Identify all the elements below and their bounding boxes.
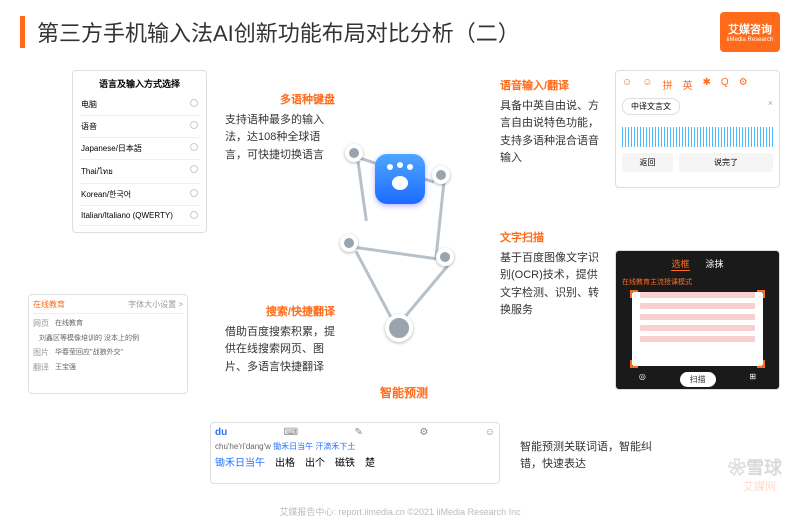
close-icon[interactable]: ×	[768, 98, 773, 108]
header: 第三方手机输入法AI创新功能布局对比分析（二） 艾媒咨询 iiMedia Res…	[0, 0, 800, 64]
radio-icon[interactable]	[190, 189, 198, 197]
emoji-icon[interactable]: ☺	[485, 427, 495, 438]
ocr-frame[interactable]	[632, 292, 763, 366]
done-button[interactable]: 说完了	[679, 153, 773, 172]
footer-text: 艾媒报告中心: report.iimedia.cn ©2021 iiMedia …	[0, 505, 800, 518]
side-tab[interactable]: 图片	[33, 347, 49, 358]
page-title: 第三方手机输入法AI创新功能布局对比分析（二）	[37, 16, 720, 48]
gear-icon[interactable]: ⚙	[419, 427, 428, 438]
side-tab[interactable]: 翻译	[33, 362, 49, 373]
radio-icon[interactable]	[190, 143, 198, 151]
feature-search: 搜索/快捷翻译 借助百度搜索积累，提供在线搜索网页、图片、多语言快捷翻译	[225, 304, 335, 376]
voice-toolbar: ☺ ☺ 拼 英 ✱ Q ⚙	[622, 77, 773, 92]
graph-node	[385, 314, 413, 342]
candidate[interactable]: 磁铁	[335, 454, 355, 469]
candidate[interactable]: 出格	[275, 454, 295, 469]
camera-icon[interactable]: ◎	[639, 372, 646, 387]
feature-title: 多语种键盘	[225, 92, 335, 110]
graph-node	[345, 144, 363, 162]
feature-body: 基于百度图像文字识别(OCR)技术，提供文字检测、识别、转换服务	[500, 250, 600, 320]
content-area: 语言及输入方式选择 电脑 语音 Japanese/日本語 Thai/ไทย Ko…	[0, 64, 800, 504]
side-tab[interactable]: 网页	[33, 318, 49, 329]
radio-icon[interactable]	[190, 211, 198, 219]
feature-predict-title: 智能预测	[380, 384, 428, 401]
candidate[interactable]: 锄禾日当午	[215, 454, 265, 469]
connector-line	[356, 246, 444, 261]
star-icon[interactable]: ✱	[702, 77, 710, 92]
result-row[interactable]: 华春莹回应"战狼外交"	[55, 347, 123, 358]
candidate[interactable]: 出个	[305, 454, 325, 469]
keyboard-icon[interactable]: ⌨	[284, 427, 298, 438]
english-icon[interactable]: 英	[682, 77, 692, 92]
graph-node	[432, 166, 450, 184]
du-icon[interactable]: du	[215, 427, 227, 438]
connector-line	[357, 161, 368, 221]
watermark-xueqiu: ❀雪球	[728, 454, 782, 480]
lang-row[interactable]: Japanese/日本語	[79, 138, 200, 160]
search-panel: 在线教育 字体大小设置 > 网页在线教育 刘鑫区等模像培训的 没本上的例 图片华…	[28, 294, 188, 394]
graph-node	[436, 248, 454, 266]
feature-title: 文字扫描	[500, 230, 600, 248]
logo-text-zh: 艾媒咨询	[728, 21, 772, 37]
feature-multilang: 多语种键盘 支持语种最多的输入法，达108种全球语言，可快捷切换语言	[225, 92, 335, 164]
feature-ocr: 文字扫描 基于百度图像文字识别(OCR)技术，提供文字检测、识别、转换服务	[500, 230, 600, 320]
feature-body: 具备中英自由说、方言自由说特色功能，支持多语种混合语音输入	[500, 98, 600, 168]
hint-text: 锄禾日当午 汗滴禾下土	[273, 442, 355, 451]
waveform	[622, 127, 773, 147]
ocr-caption: 在线教育主流授课模式	[622, 277, 773, 287]
panel-title: 语言及输入方式选择	[79, 77, 200, 90]
radio-icon[interactable]	[190, 121, 198, 129]
accent-bar	[20, 16, 25, 48]
lang-row[interactable]: 电脑	[79, 94, 200, 116]
feature-predict-body: 智能预测关联词语，智能纠错，快速表达	[520, 439, 670, 474]
graph-node	[340, 234, 358, 252]
scan-button[interactable]: 扫描	[680, 372, 716, 387]
feature-body: 支持语种最多的输入法，达108种全球语言，可快捷切换语言	[225, 112, 335, 165]
q-icon[interactable]: Q	[721, 77, 729, 92]
result-row[interactable]: 刘鑫区等模像培训的 没本上的例	[39, 333, 139, 343]
result-row[interactable]: 在线教育	[55, 318, 83, 329]
feature-body: 智能预测关联词语，智能纠错，快速表达	[520, 439, 670, 474]
baidu-logo	[375, 154, 425, 204]
feature-title: 语音输入/翻译	[500, 78, 600, 96]
watermark-iimedia: 艾媒网	[743, 478, 776, 494]
tab-select[interactable]: 选框	[671, 257, 689, 271]
tab-online-edu[interactable]: 在线教育	[33, 299, 65, 310]
pinyin-text: chu'he'ri'dang'w	[215, 442, 271, 451]
language-panel: 语言及输入方式选择 电脑 语音 Japanese/日本語 Thai/ไทย Ko…	[72, 70, 207, 233]
voice-panel: ☺ ☺ 拼 英 ✱ Q ⚙ 中译文言文 × 返回 说完了	[615, 70, 780, 188]
grid-icon[interactable]: ⊞	[749, 372, 756, 387]
lang-row[interactable]: 语音	[79, 116, 200, 138]
lang-row[interactable]: Korean/한국어	[79, 184, 200, 206]
radio-icon[interactable]	[190, 165, 198, 173]
brand-logo: 艾媒咨询 iiMedia Research	[720, 12, 780, 52]
connector-line	[355, 251, 395, 323]
back-button[interactable]: 返回	[622, 153, 673, 172]
lang-row[interactable]: Italian/Italiano (QWERTY)	[79, 206, 200, 226]
feature-voice: 语音输入/翻译 具备中英自由说、方言自由说特色功能，支持多语种混合语音输入	[500, 78, 600, 168]
ocr-panel: 选框 涂抹 在线教育主流授课模式 ◎ 扫描 ⊞	[615, 250, 780, 390]
edit-icon[interactable]: ✎	[355, 427, 363, 438]
emoji-icon[interactable]: ☺	[642, 77, 652, 92]
translate-tag[interactable]: 中译文言文	[622, 98, 680, 115]
emoji-icon[interactable]: ☺	[622, 77, 632, 92]
candidate[interactable]: 楚	[365, 454, 375, 469]
feature-title: 搜索/快捷翻译	[225, 304, 335, 322]
feature-body: 借助百度搜索积累，提供在线搜索网页、图片、多语言快捷翻译	[225, 324, 335, 377]
gear-icon[interactable]: ⚙	[739, 77, 748, 92]
logo-text-en: iiMedia Research	[727, 37, 773, 43]
ime-panel: du ⌨ ✎ ⚙ ☺ chu'he'ri'dang'w 锄禾日当午 汗滴禾下土 …	[210, 422, 500, 484]
tab-smear[interactable]: 涂抹	[706, 257, 724, 271]
tab-font-size[interactable]: 字体大小设置 >	[128, 299, 183, 310]
radio-icon[interactable]	[190, 99, 198, 107]
pinyin-icon[interactable]: 拼	[662, 77, 672, 92]
lang-row[interactable]: Thai/ไทย	[79, 160, 200, 184]
result-row[interactable]: 王宝强	[55, 362, 76, 373]
